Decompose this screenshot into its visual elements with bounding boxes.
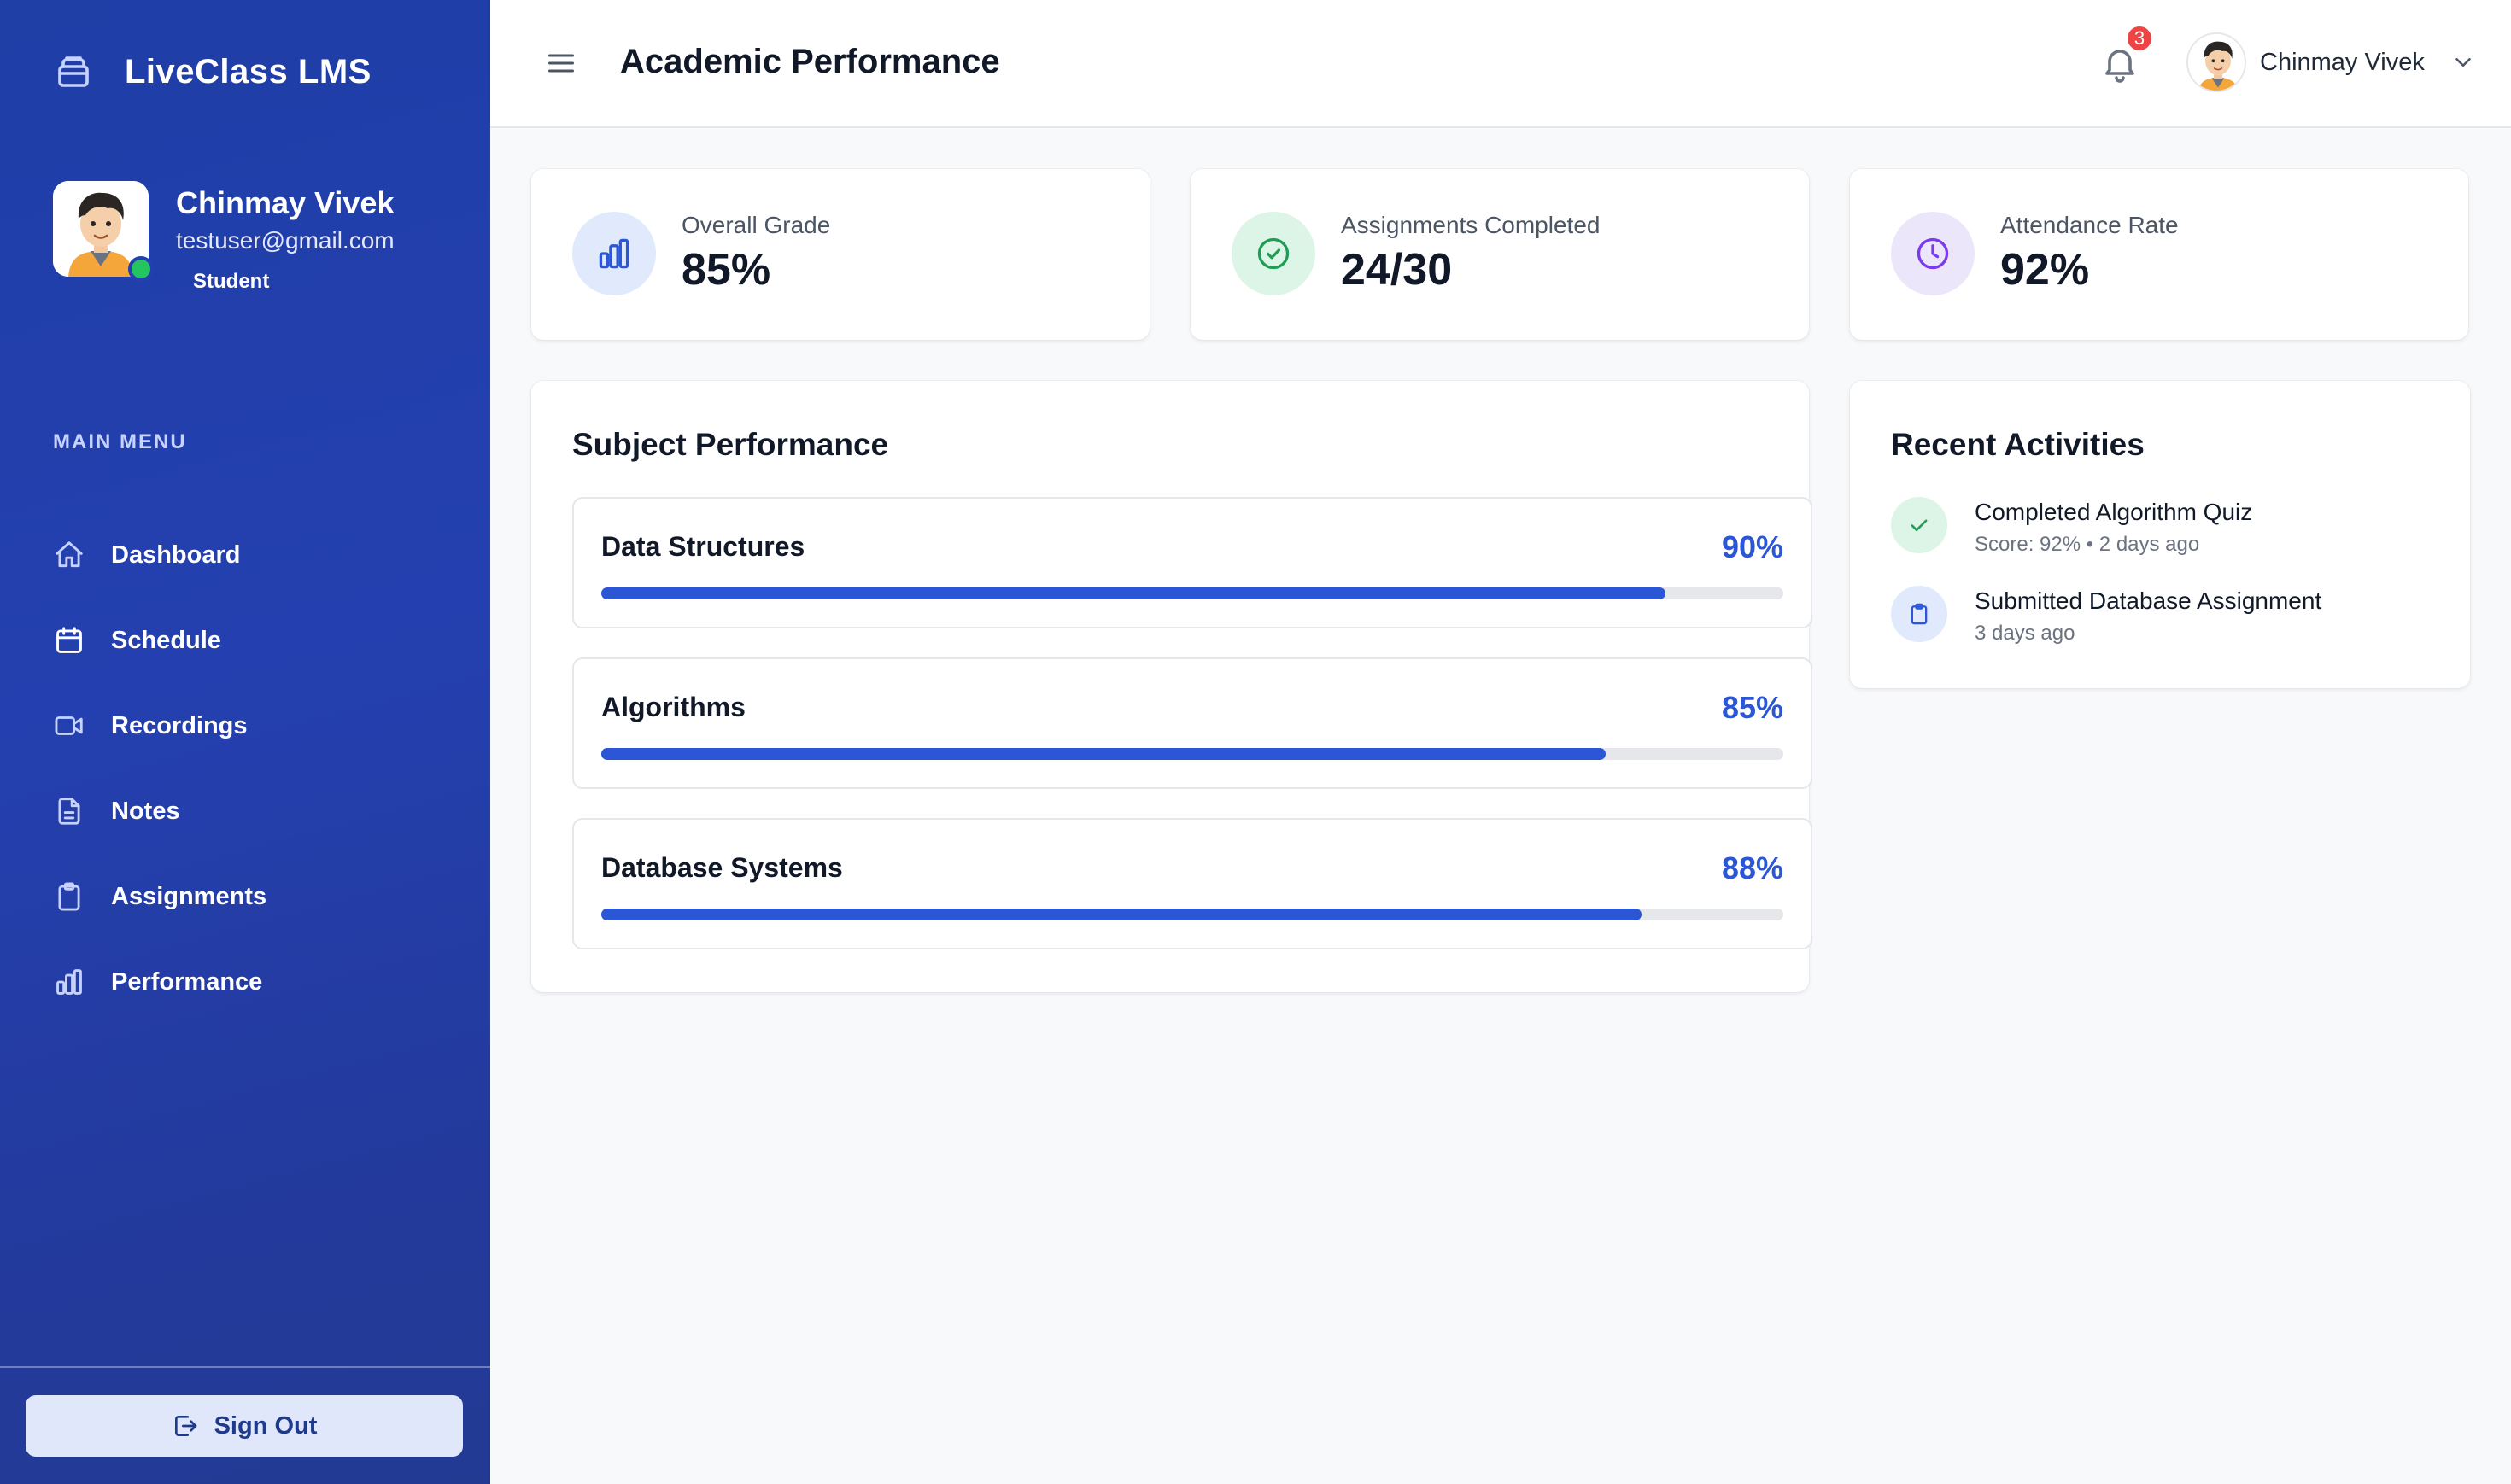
sidebar-item-notes[interactable]: Notes [53, 768, 446, 854]
sidebar-item-label: Dashboard [111, 540, 241, 569]
chevron-down-icon [2455, 58, 2471, 67]
recent-activities-card: Recent Activities Completed Algorithm Qu… [1850, 381, 2470, 688]
home-icon [56, 541, 83, 568]
sidebar-item-label: Schedule [111, 626, 221, 654]
subject-row[interactable]: Database Systems 88% [572, 818, 1812, 949]
activity-icon-wrapper [1891, 497, 1947, 553]
stat-icon-wrapper [572, 212, 656, 295]
check-icon [1911, 519, 1928, 532]
avatar-illustration [2188, 34, 2245, 91]
calendar-icon [56, 627, 82, 653]
activity-item[interactable]: Submitted Database Assignment 3 days ago [1891, 586, 2321, 646]
sidebar-item-assignments[interactable]: Assignments [53, 854, 446, 939]
sidebar-item-recordings[interactable]: Recordings [53, 683, 446, 768]
profile-role-badge: Student [193, 270, 270, 293]
activity-title: Submitted Database Assignment [1975, 587, 2322, 614]
section-title: Recent Activities [1891, 427, 2145, 462]
progress-fill [601, 748, 1607, 760]
activity-subtitle: 3 days ago [1975, 622, 2075, 645]
subject-name: Database Systems [601, 852, 843, 883]
document-icon [58, 798, 80, 825]
bar-chart-icon [56, 969, 82, 995]
activity-icon-wrapper [1891, 586, 1947, 642]
activity-subtitle: Score: 92% • 2 days ago [1975, 533, 2200, 556]
profile-name: Chinmay Vivek [176, 185, 395, 220]
video-icon [55, 716, 83, 735]
page-title: Academic Performance [620, 43, 1000, 80]
activity-item[interactable]: Completed Algorithm Quiz Score: 92% • 2 … [1891, 497, 2252, 557]
stat-value: 24/30 [1341, 245, 1453, 295]
sidebar-item-label: Performance [111, 967, 263, 996]
clipboard-icon [1911, 603, 1928, 625]
stat-icon-wrapper [1232, 212, 1315, 295]
subject-percent: 90% [1721, 529, 1783, 564]
progress-fill [601, 909, 1642, 920]
sign-out-button[interactable]: Sign Out [26, 1395, 463, 1457]
avatar [53, 181, 154, 282]
sidebar-item-dashboard[interactable]: Dashboard [53, 512, 446, 598]
user-menu[interactable]: Chinmay Vivek [2186, 32, 2476, 92]
sign-out-label: Sign Out [214, 1411, 318, 1440]
subject-name: Data Structures [601, 531, 805, 562]
progress-track [601, 587, 1783, 599]
bar-chart-icon [599, 238, 629, 269]
sidebar-item-label: Notes [111, 797, 180, 825]
stat-label: Overall Grade [682, 212, 831, 238]
notification-badge: 3 [2125, 24, 2154, 53]
top-bar: Academic Performance 3 Chinmay Vivek [490, 0, 2511, 128]
stat-label: Attendance Rate [2000, 212, 2179, 238]
subject-performance-card: Subject Performance Data Structures 90% … [531, 381, 1812, 992]
subject-percent: 85% [1721, 690, 1783, 725]
sidebar: LiveClass LMS Chinmay Vivek testuser@gma… [0, 0, 490, 1484]
sidebar-item-performance[interactable]: Performance [53, 939, 446, 1025]
stat-icon-wrapper [1891, 212, 1975, 295]
progress-track [601, 748, 1783, 760]
sidebar-item-label: Recordings [111, 711, 248, 739]
menu-icon[interactable] [545, 48, 577, 79]
subject-percent: 88% [1721, 850, 1783, 885]
check-circle-icon [1257, 237, 1290, 270]
progress-fill [601, 587, 1665, 599]
profile-email: testuser@gmail.com [176, 227, 395, 254]
avatar [2186, 32, 2246, 92]
online-status-indicator [128, 256, 154, 282]
stat-value: 85% [682, 245, 771, 295]
subject-row[interactable]: Algorithms 85% [572, 657, 1812, 789]
activity-title: Completed Algorithm Quiz [1975, 499, 2253, 525]
subject-row[interactable]: Data Structures 90% [572, 497, 1812, 628]
stat-card-attendance-rate: Attendance Rate 92% [1850, 169, 2468, 340]
progress-track [601, 909, 1783, 920]
stack-icon [58, 56, 89, 87]
sidebar-item-label: Assignments [111, 882, 267, 910]
clock-icon [1917, 237, 1949, 270]
logout-icon [174, 1416, 196, 1436]
sidebar-profile: Chinmay Vivek testuser@gmail.com Student [53, 181, 395, 294]
stat-card-overall-grade: Overall Grade 85% [531, 169, 1150, 340]
user-name: Chinmay Vivek [2260, 48, 2425, 76]
main-menu: Dashboard Schedule Recordings Notes Assi… [53, 512, 446, 1025]
stat-card-assignments-completed: Assignments Completed 24/30 [1191, 169, 1809, 340]
clipboard-icon [58, 882, 80, 911]
stat-label: Assignments Completed [1341, 212, 1601, 238]
section-title: Subject Performance [572, 427, 889, 462]
sidebar-footer: Sign Out [0, 1366, 490, 1457]
app-name: LiveClass LMS [125, 52, 372, 91]
brand[interactable]: LiveClass LMS [53, 51, 372, 92]
menu-section-title: MAIN MENU [53, 430, 187, 453]
stat-value: 92% [2000, 245, 2090, 295]
sidebar-item-schedule[interactable]: Schedule [53, 598, 446, 683]
subject-name: Algorithms [601, 692, 746, 722]
